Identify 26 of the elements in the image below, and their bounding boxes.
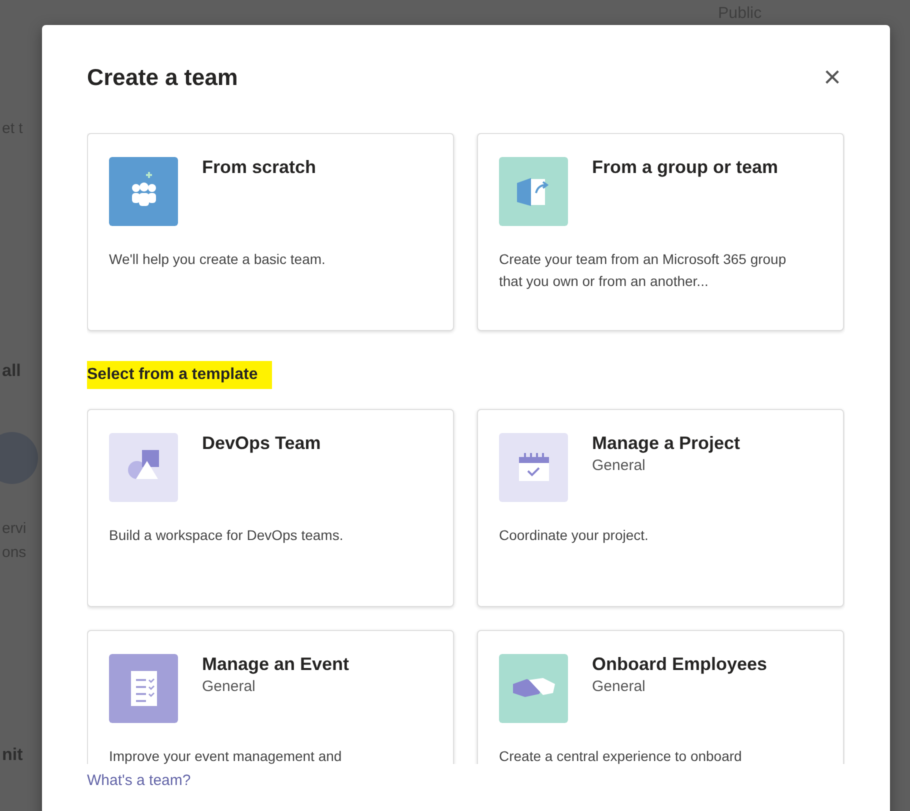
avatar-circle [0,432,38,484]
team-option-card[interactable]: Manage an Event General Improve your event management and [87,630,454,764]
card-description: Improve your event management and [109,747,343,764]
card-title: DevOps Team [202,433,321,455]
card-description: Coordinate your project. [499,526,650,545]
team-option-card[interactable]: Onboard Employees General Create a central experience to onboard [477,630,844,764]
card-title: Manage a Project [592,433,740,455]
dialog-title: Create a team [87,64,238,92]
card-subtitle: General [592,456,646,476]
card-title: Onboard Employees [592,654,768,676]
close-button[interactable]: × [819,63,845,93]
team-option-card[interactable]: Manage a Project General Coordinate your project. [477,409,844,607]
card-title: Manage an Event [202,654,350,676]
card-subtitle: General [202,676,256,697]
team-option-card[interactable]: DevOps Team Build a workspace for DevOps teams. [87,409,454,607]
card-subtitle: General [592,676,646,697]
section-heading: Select from a template [87,361,272,389]
card-description: Build a workspace for DevOps teams. [109,526,344,545]
card-title: From a group or team [592,157,778,179]
card-description: Create your team from an Microsoft 365 group that you own or from an another... [499,250,788,292]
card-description: Create a central experience to onboard [499,747,743,764]
help-link[interactable]: What's a team? [87,770,191,792]
team-option-card[interactable]: From scratch We'll help you create a basic team. [87,133,454,331]
team-option-card[interactable]: From a group or team Create your team from an Microsoft 365 group that you own or from an another... [477,133,844,331]
card-title: From scratch [202,157,316,179]
card-description: We'll help you create a basic team. [109,250,326,269]
